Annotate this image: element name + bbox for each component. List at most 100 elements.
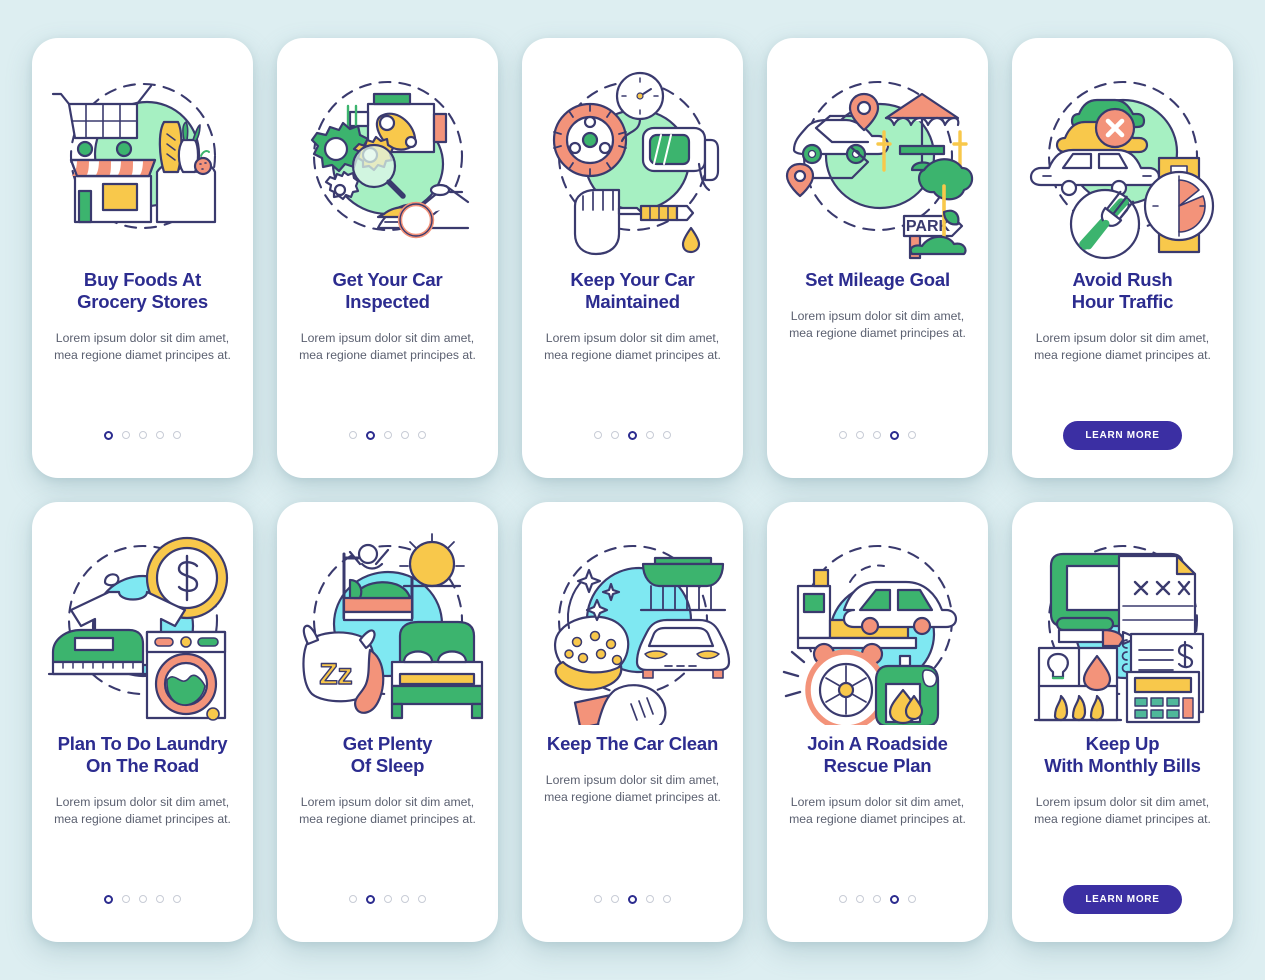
card-title: Set Mileage Goal	[805, 269, 950, 290]
card-footer	[32, 392, 253, 478]
pagination-dot-active[interactable]	[104, 894, 113, 904]
pagination-dot-active[interactable]	[628, 894, 637, 904]
onboarding-card-set-mileage-goal[interactable]: PARK Set Mileage Goal Lorem ipsum dolor s…	[767, 38, 988, 478]
card-title: Keep The Car Clean	[546, 733, 719, 754]
onboarding-card-join-a-roadside-rescue-plan[interactable]: Join A Roadside Rescue Plan Lorem ipsum d…	[767, 502, 988, 942]
card-title: Get Plenty Of Sleep	[342, 733, 433, 776]
card-body-text: Lorem ipsum dolor sit dim amet, mea regi…	[1034, 794, 1211, 826]
pagination-dots[interactable]	[839, 894, 916, 904]
card-body-text: Lorem ipsum dolor sit dim amet, mea regi…	[544, 330, 721, 362]
pagination-dots[interactable]	[349, 430, 426, 440]
card-body-text: Lorem ipsum dolor sit dim amet, mea regi…	[54, 330, 231, 362]
pagination-dot[interactable]	[611, 431, 619, 439]
grocery-shopping-illustration	[43, 56, 243, 261]
pagination-dot[interactable]	[139, 895, 147, 903]
roadside-rescue-illustration	[778, 520, 978, 725]
onboarding-card-keep-your-car-maintained[interactable]: Keep Your Car Maintained Lorem ipsum dolo…	[522, 38, 743, 478]
learn-more-button[interactable]: LEARN MORE	[1063, 884, 1182, 914]
card-title: Buy Foods At Grocery Stores	[77, 269, 208, 312]
onboarding-screens-grid: Buy Foods At Grocery Stores Lorem ipsum d…	[0, 0, 1265, 980]
card-body-text: Lorem ipsum dolor sit dim amet, mea regi…	[54, 794, 231, 826]
pagination-dot[interactable]	[839, 895, 847, 903]
pagination-dot[interactable]	[873, 431, 881, 439]
card-title: Avoid Rush Hour Traffic	[1071, 269, 1174, 312]
card-footer	[767, 392, 988, 478]
pagination-dot[interactable]	[611, 895, 619, 903]
pagination-dot-active[interactable]	[104, 430, 113, 440]
pagination-dot[interactable]	[173, 431, 181, 439]
onboarding-card-keep-the-car-clean[interactable]: Keep The Car Clean Lorem ipsum dolor sit …	[522, 502, 743, 942]
rush-hour-traffic-illustration	[1023, 56, 1223, 261]
pagination-dot-active[interactable]	[890, 894, 899, 904]
pagination-dot[interactable]	[156, 431, 164, 439]
card-title: Join A Roadside Rescue Plan	[807, 733, 948, 776]
pagination-dot[interactable]	[908, 431, 916, 439]
pagination-dot[interactable]	[122, 895, 130, 903]
pagination-dot-active[interactable]	[628, 430, 637, 440]
pagination-dot[interactable]	[908, 895, 916, 903]
card-footer	[32, 856, 253, 942]
pagination-dot[interactable]	[418, 431, 426, 439]
onboarding-card-plan-to-do-laundry-on-the-road[interactable]: Plan To Do Laundry On The Road Lorem ipsu…	[32, 502, 253, 942]
pagination-dot[interactable]	[173, 895, 181, 903]
card-body-text: Lorem ipsum dolor sit dim amet, mea regi…	[299, 330, 476, 362]
card-footer: LEARN MORE	[1012, 392, 1233, 478]
pagination-dots[interactable]	[839, 430, 916, 440]
card-body-text: Lorem ipsum dolor sit dim amet, mea regi…	[1034, 330, 1211, 362]
pagination-dot[interactable]	[349, 895, 357, 903]
pagination-dots[interactable]	[594, 894, 671, 904]
card-body-text: Lorem ipsum dolor sit dim amet, mea regi…	[544, 772, 721, 805]
pagination-dots[interactable]	[594, 430, 671, 440]
card-body-text: Lorem ipsum dolor sit dim amet, mea regi…	[299, 794, 476, 826]
onboarding-card-get-your-car-inspected[interactable]: Get Your Car Inspected Lorem ipsum dolor …	[277, 38, 498, 478]
onboarding-card-keep-up-with-monthly-bills[interactable]: Keep Up With Monthly Bills Lorem ipsum do…	[1012, 502, 1233, 942]
svg-text:Zz: Zz	[319, 658, 352, 691]
pagination-dot[interactable]	[594, 895, 602, 903]
card-body-text: Lorem ipsum dolor sit dim amet, mea regi…	[789, 308, 966, 341]
pagination-dot[interactable]	[401, 895, 409, 903]
card-title: Get Your Car Inspected	[332, 269, 443, 312]
onboarding-card-buy-foods-at-grocery-stores[interactable]: Buy Foods At Grocery Stores Lorem ipsum d…	[32, 38, 253, 478]
pagination-dot[interactable]	[418, 895, 426, 903]
pagination-dot[interactable]	[349, 431, 357, 439]
card-footer	[522, 392, 743, 478]
pagination-dot[interactable]	[139, 431, 147, 439]
onboarding-card-avoid-rush-hour-traffic[interactable]: Avoid Rush Hour Traffic Lorem ipsum dolor…	[1012, 38, 1233, 478]
pagination-dot[interactable]	[873, 895, 881, 903]
mileage-route-park-illustration: PARK	[778, 56, 978, 261]
card-body-text: Lorem ipsum dolor sit dim amet, mea regi…	[789, 794, 966, 826]
pagination-dot-active[interactable]	[366, 430, 375, 440]
pagination-dot-active[interactable]	[890, 430, 899, 440]
card-title: Keep Up With Monthly Bills	[1044, 733, 1201, 776]
pagination-dot[interactable]	[856, 431, 864, 439]
card-footer: LEARN MORE	[1012, 856, 1233, 942]
pagination-dot[interactable]	[646, 895, 654, 903]
pagination-dot-active[interactable]	[366, 894, 375, 904]
laundry-cost-illustration	[43, 520, 243, 725]
learn-more-button[interactable]: LEARN MORE	[1063, 420, 1182, 450]
pagination-dot[interactable]	[401, 431, 409, 439]
pagination-dot[interactable]	[839, 431, 847, 439]
car-inspection-illustration	[288, 56, 488, 261]
pagination-dot[interactable]	[663, 431, 671, 439]
pagination-dot[interactable]	[646, 431, 654, 439]
onboarding-card-get-plenty-of-sleep[interactable]: Zz Get Plenty Of Sleep Lorem ipsum dolor …	[277, 502, 498, 942]
pagination-dot[interactable]	[663, 895, 671, 903]
monthly-bills-illustration	[1023, 520, 1223, 725]
card-footer	[767, 856, 988, 942]
pagination-dot[interactable]	[856, 895, 864, 903]
car-wash-illustration	[533, 520, 733, 725]
pagination-dots[interactable]	[349, 894, 426, 904]
pagination-dot[interactable]	[384, 895, 392, 903]
pagination-dots[interactable]	[104, 894, 181, 904]
pagination-dot[interactable]	[594, 431, 602, 439]
pagination-dot[interactable]	[122, 431, 130, 439]
card-title: Plan To Do Laundry On The Road	[57, 733, 228, 776]
pagination-dots[interactable]	[104, 430, 181, 440]
card-footer	[522, 856, 743, 942]
card-title: Keep Your Car Maintained	[570, 269, 695, 312]
car-maintenance-illustration	[533, 56, 733, 261]
pagination-dot[interactable]	[156, 895, 164, 903]
pagination-dot[interactable]	[384, 431, 392, 439]
card-footer	[277, 856, 498, 942]
